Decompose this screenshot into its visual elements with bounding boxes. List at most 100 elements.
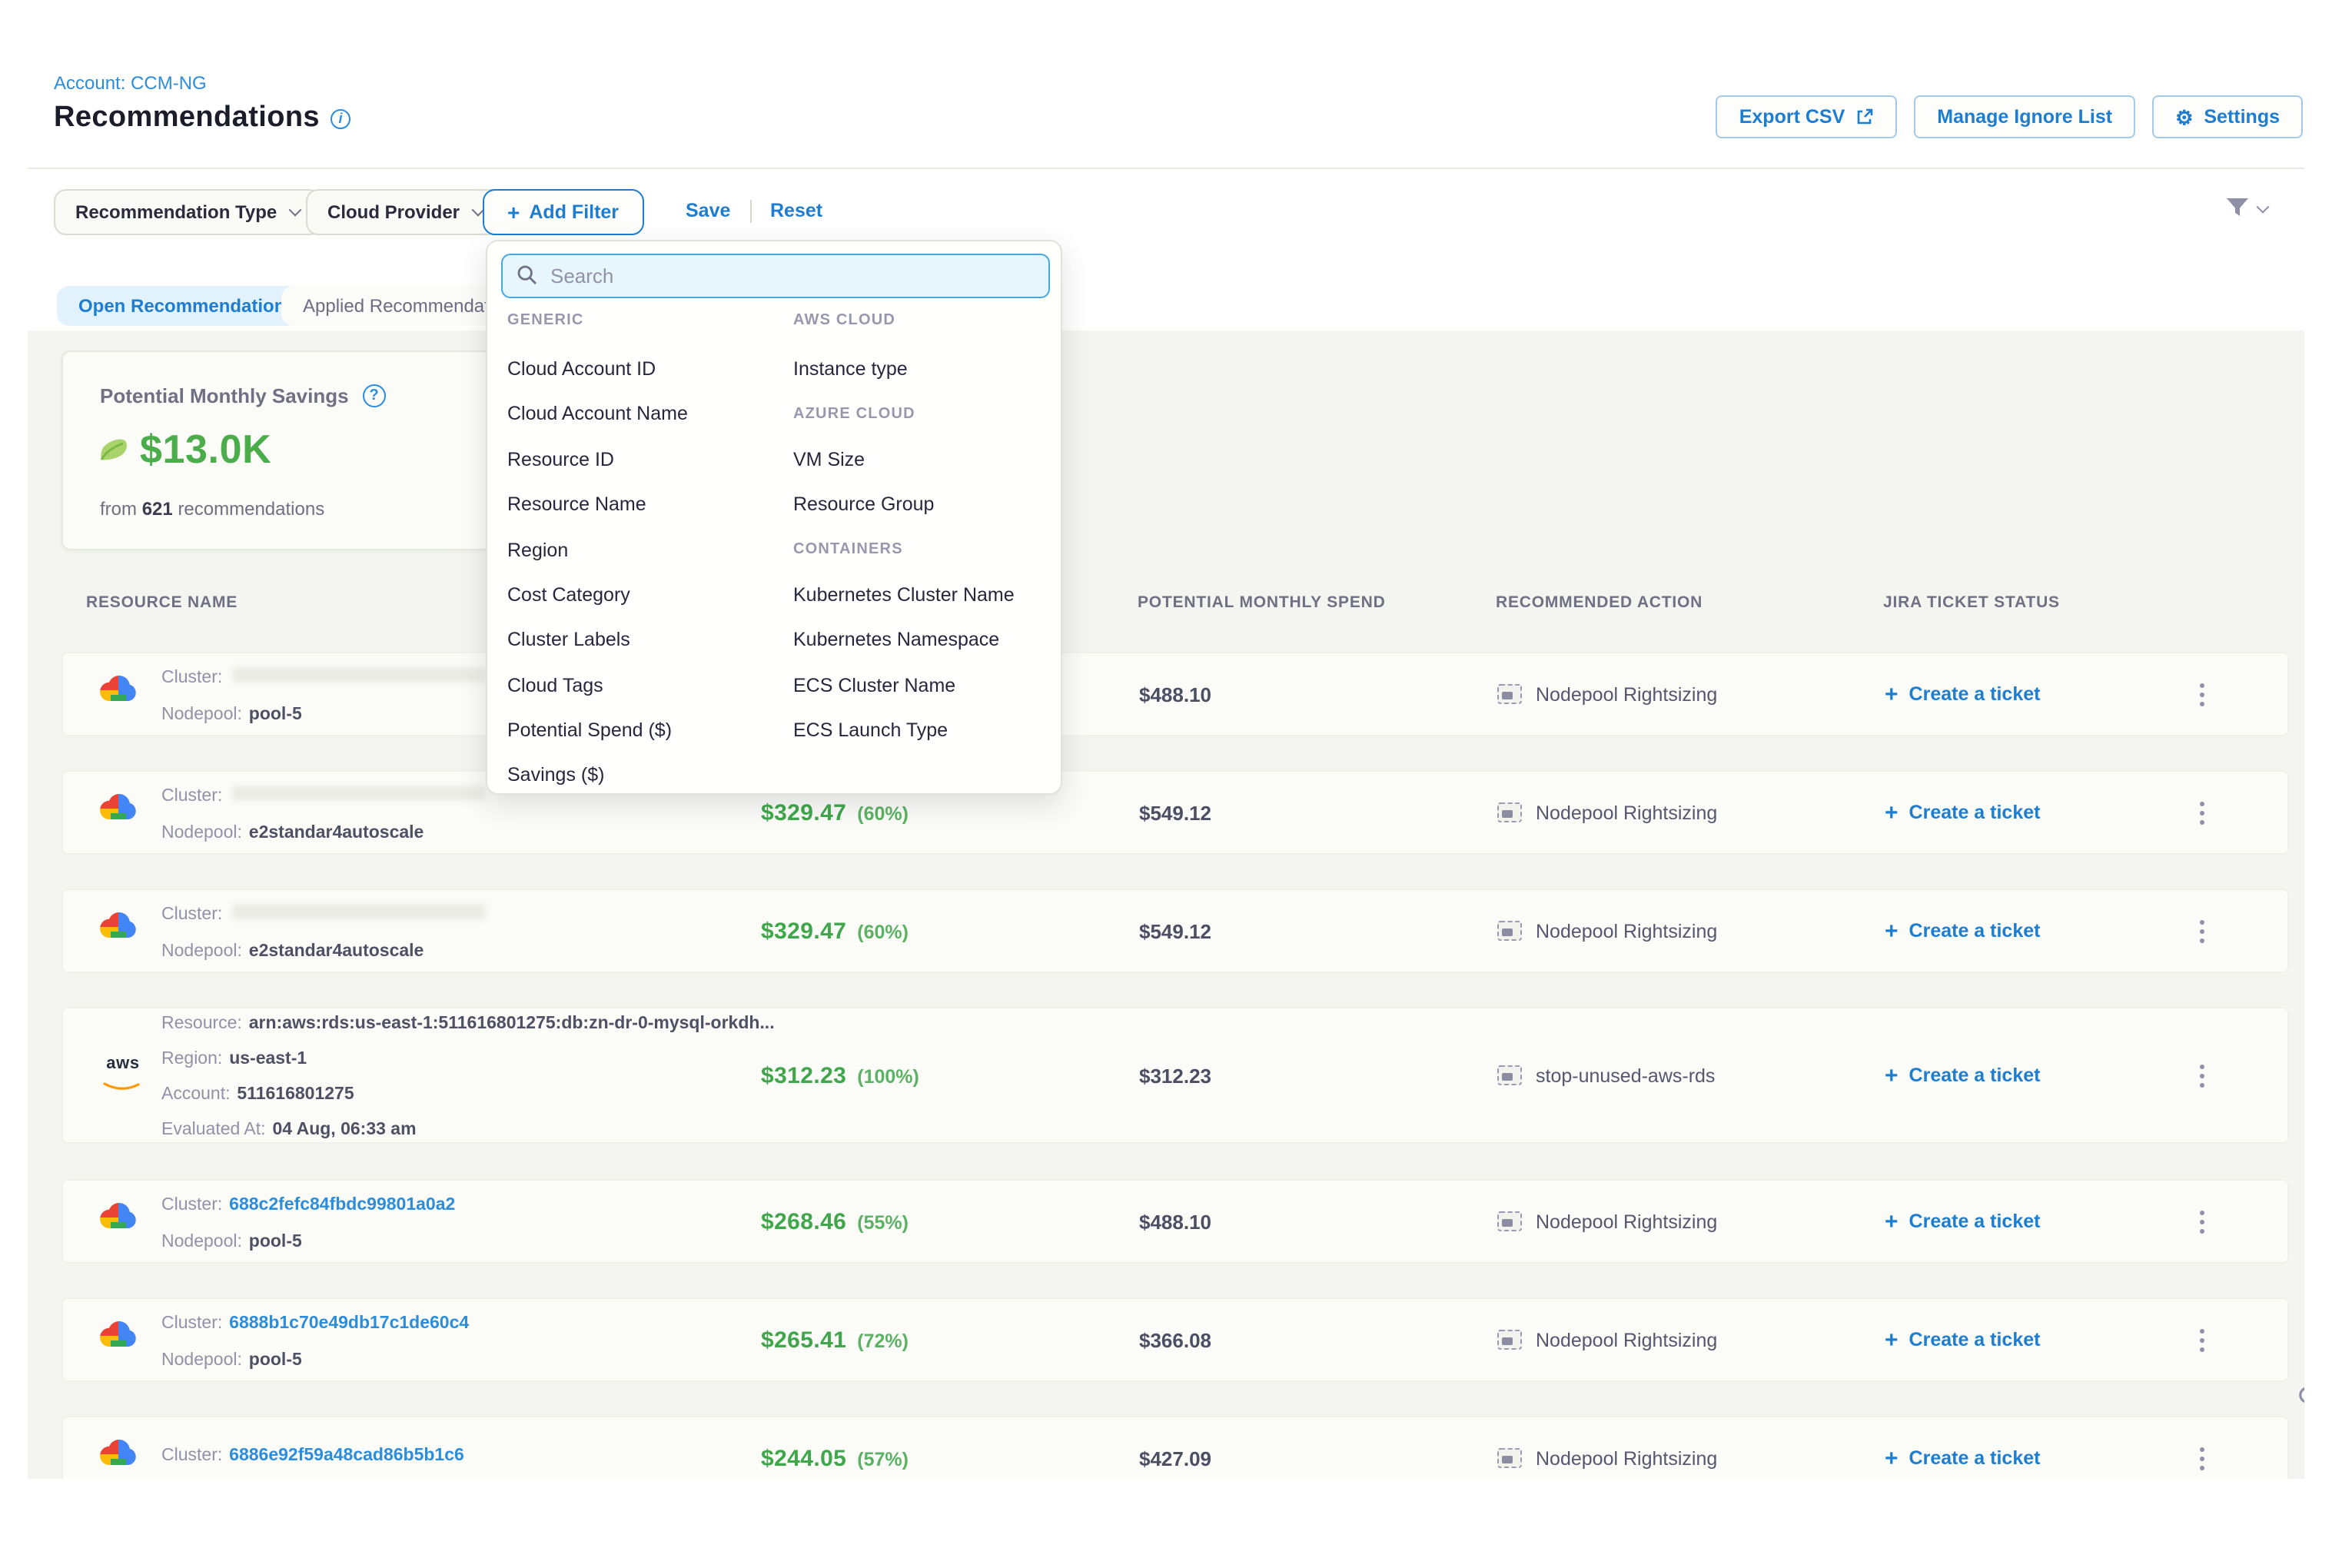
save-filter-link[interactable]: Save <box>686 200 730 221</box>
create-ticket-label: Create a ticket <box>1909 1211 2041 1232</box>
row-menu-button[interactable] <box>2194 913 2211 948</box>
gcp-icon <box>100 793 140 832</box>
spend-cell: $312.23 <box>1139 1064 1211 1087</box>
filter-option[interactable]: Kubernetes Namespace <box>793 629 999 650</box>
filter-option[interactable]: Resource Name <box>507 493 646 515</box>
table-row[interactable]: Cluster: Nodepool: e2standar4autoscale $… <box>61 889 2289 973</box>
table-row[interactable]: aws Resource: arn:aws:rds:us-east-1:5116… <box>61 1007 2289 1144</box>
recommended-action-cell: Nodepool Rightsizing <box>1497 802 1717 823</box>
filter-option[interactable]: VM Size <box>793 449 865 470</box>
row-menu-button[interactable] <box>2194 1058 2211 1093</box>
help-icon[interactable]: ? <box>363 384 386 407</box>
resource-cell: Resource: arn:aws:rds:us-east-1:51161680… <box>161 1008 775 1142</box>
filter-option[interactable]: Cost Category <box>507 584 630 606</box>
reset-filter-link[interactable]: Reset <box>770 200 822 221</box>
filter-panel-toggle[interactable] <box>2224 197 2267 220</box>
filter-option[interactable]: Resource Group <box>793 493 934 515</box>
create-ticket-link[interactable]: +Create a ticket <box>1885 919 2040 942</box>
create-ticket-label: Create a ticket <box>1909 683 2041 705</box>
chevron-down-icon <box>289 204 302 217</box>
filter-option[interactable]: ECS Launch Type <box>793 719 948 741</box>
row-menu-button[interactable] <box>2194 1440 2211 1476</box>
create-ticket-link[interactable]: +Create a ticket <box>1885 1328 2040 1351</box>
create-ticket-link[interactable]: +Create a ticket <box>1885 683 2040 706</box>
rightsizing-icon <box>1497 1211 1522 1231</box>
filter-option[interactable]: Cluster Labels <box>507 629 630 650</box>
recommended-action-cell: stop-unused-aws-rds <box>1497 1065 1715 1086</box>
row-menu-button[interactable] <box>2194 1204 2211 1239</box>
plus-icon: + <box>1885 801 1899 824</box>
filter-option[interactable]: Instance type <box>793 358 908 380</box>
table-row[interactable]: Cluster: 6888b1c70e49db17c1de60c4 Nodepo… <box>61 1297 2289 1382</box>
savings-cell: $244.05(57%) <box>761 1445 909 1471</box>
account-value: 511616801275 <box>237 1085 354 1104</box>
recommendation-type-filter[interactable]: Recommendation Type <box>54 189 321 235</box>
export-csv-button[interactable]: Export CSV <box>1716 95 1898 138</box>
create-ticket-link[interactable]: +Create a ticket <box>1885 1447 2040 1470</box>
plus-icon: + <box>507 201 520 223</box>
savings-percent: (55%) <box>857 1211 909 1233</box>
table-row[interactable]: Cluster: Nodepool: pool-5 $488.10 Nodepo… <box>61 652 2289 736</box>
resource-cell: Cluster: 6888b1c70e49db17c1de60c4 Nodepo… <box>161 1307 469 1372</box>
row-menu-button[interactable] <box>2194 795 2211 830</box>
settings-button[interactable]: ⚙ Settings <box>2152 95 2303 138</box>
row-menu-button[interactable] <box>2194 676 2211 712</box>
resource-cell: Cluster: 688c2fefc84fbdc99801a0a2 Nodepo… <box>161 1189 455 1254</box>
savings-percent: (57%) <box>857 1448 909 1470</box>
savings-value: $329.47 <box>761 799 846 826</box>
info-icon[interactable]: i <box>331 108 350 128</box>
filter-option[interactable]: Cloud Tags <box>507 675 603 696</box>
cluster-id-link[interactable]: 6888b1c70e49db17c1de60c4 <box>229 1314 469 1332</box>
account-breadcrumb[interactable]: Account: CCM-NG <box>54 72 207 94</box>
tab-open-recommendations[interactable]: Open Recommendations <box>57 286 317 326</box>
create-ticket-label: Create a ticket <box>1909 1065 2041 1086</box>
manage-ignore-list-button[interactable]: Manage Ignore List <box>1914 95 2135 138</box>
cluster-label: Cluster: <box>161 1195 222 1214</box>
spend-cell: $488.10 <box>1139 1210 1211 1233</box>
row-menu-button[interactable] <box>2194 1322 2211 1357</box>
filter-option[interactable]: Region <box>507 540 568 561</box>
spend-cell: $366.08 <box>1139 1328 1211 1351</box>
cluster-id-link[interactable]: 688c2fefc84fbdc99801a0a2 <box>229 1195 455 1214</box>
plus-icon: + <box>1885 1064 1899 1087</box>
add-filter-button[interactable]: + Add Filter <box>483 189 643 235</box>
create-ticket-link[interactable]: +Create a ticket <box>1885 1210 2040 1233</box>
table-row[interactable]: Cluster: Nodepool: e2standar4autoscale $… <box>61 770 2289 855</box>
filter-option[interactable]: Resource ID <box>507 449 614 470</box>
savings-value: $265.41 <box>761 1327 846 1353</box>
create-ticket-link[interactable]: + Create a ticket <box>1885 1064 2040 1087</box>
filter-option[interactable]: Cloud Account Name <box>507 403 688 424</box>
filter-option[interactable]: Kubernetes Cluster Name <box>793 584 1015 606</box>
rightsizing-icon <box>1497 1448 1522 1468</box>
search-input[interactable] <box>501 254 1050 298</box>
action-label: stop-unused-aws-rds <box>1536 1065 1715 1086</box>
nodepool-label: Nodepool: <box>161 1232 242 1251</box>
recommendation-type-label: Recommendation Type <box>75 201 277 223</box>
redacted-cluster-name <box>231 668 485 683</box>
rightsizing-icon <box>1497 921 1522 941</box>
funnel-icon <box>2224 197 2251 220</box>
gcp-icon <box>100 1439 140 1477</box>
rightsizing-icon <box>1497 684 1522 704</box>
filter-option[interactable]: ECS Cluster Name <box>793 675 955 696</box>
manage-ignore-list-label: Manage Ignore List <box>1937 106 2112 128</box>
table-row[interactable]: Cluster: 688c2fefc84fbdc99801a0a2 Nodepo… <box>61 1179 2289 1264</box>
cloud-provider-filter[interactable]: Cloud Provider <box>306 189 504 235</box>
right-mask <box>2304 0 2352 1568</box>
nodepool-value: pool-5 <box>249 1232 302 1251</box>
filter-option[interactable]: Potential Spend ($) <box>507 719 672 741</box>
filter-option[interactable]: Cloud Account ID <box>507 358 656 380</box>
savings-cell: $329.47(60%) <box>761 799 909 826</box>
nodepool-value: pool-5 <box>249 1350 302 1369</box>
create-ticket-link[interactable]: +Create a ticket <box>1885 801 2040 824</box>
action-label: Nodepool Rightsizing <box>1536 683 1717 705</box>
nodepool-value: e2standar4autoscale <box>249 823 424 842</box>
add-filter-label: Add Filter <box>529 201 619 223</box>
action-label: Nodepool Rightsizing <box>1536 1211 1717 1232</box>
filter-option[interactable]: Savings ($) <box>507 764 604 786</box>
savings-percent: (72%) <box>857 1330 909 1351</box>
cluster-id-link[interactable]: 6886e92f59a48cad86b5b1c6 <box>229 1446 464 1464</box>
cloud-provider-label: Cloud Provider <box>327 201 460 223</box>
rightsizing-icon <box>1497 802 1522 822</box>
column-header-potential-monthly-spend: POTENTIAL MONTHLY SPEND <box>1138 593 1386 612</box>
